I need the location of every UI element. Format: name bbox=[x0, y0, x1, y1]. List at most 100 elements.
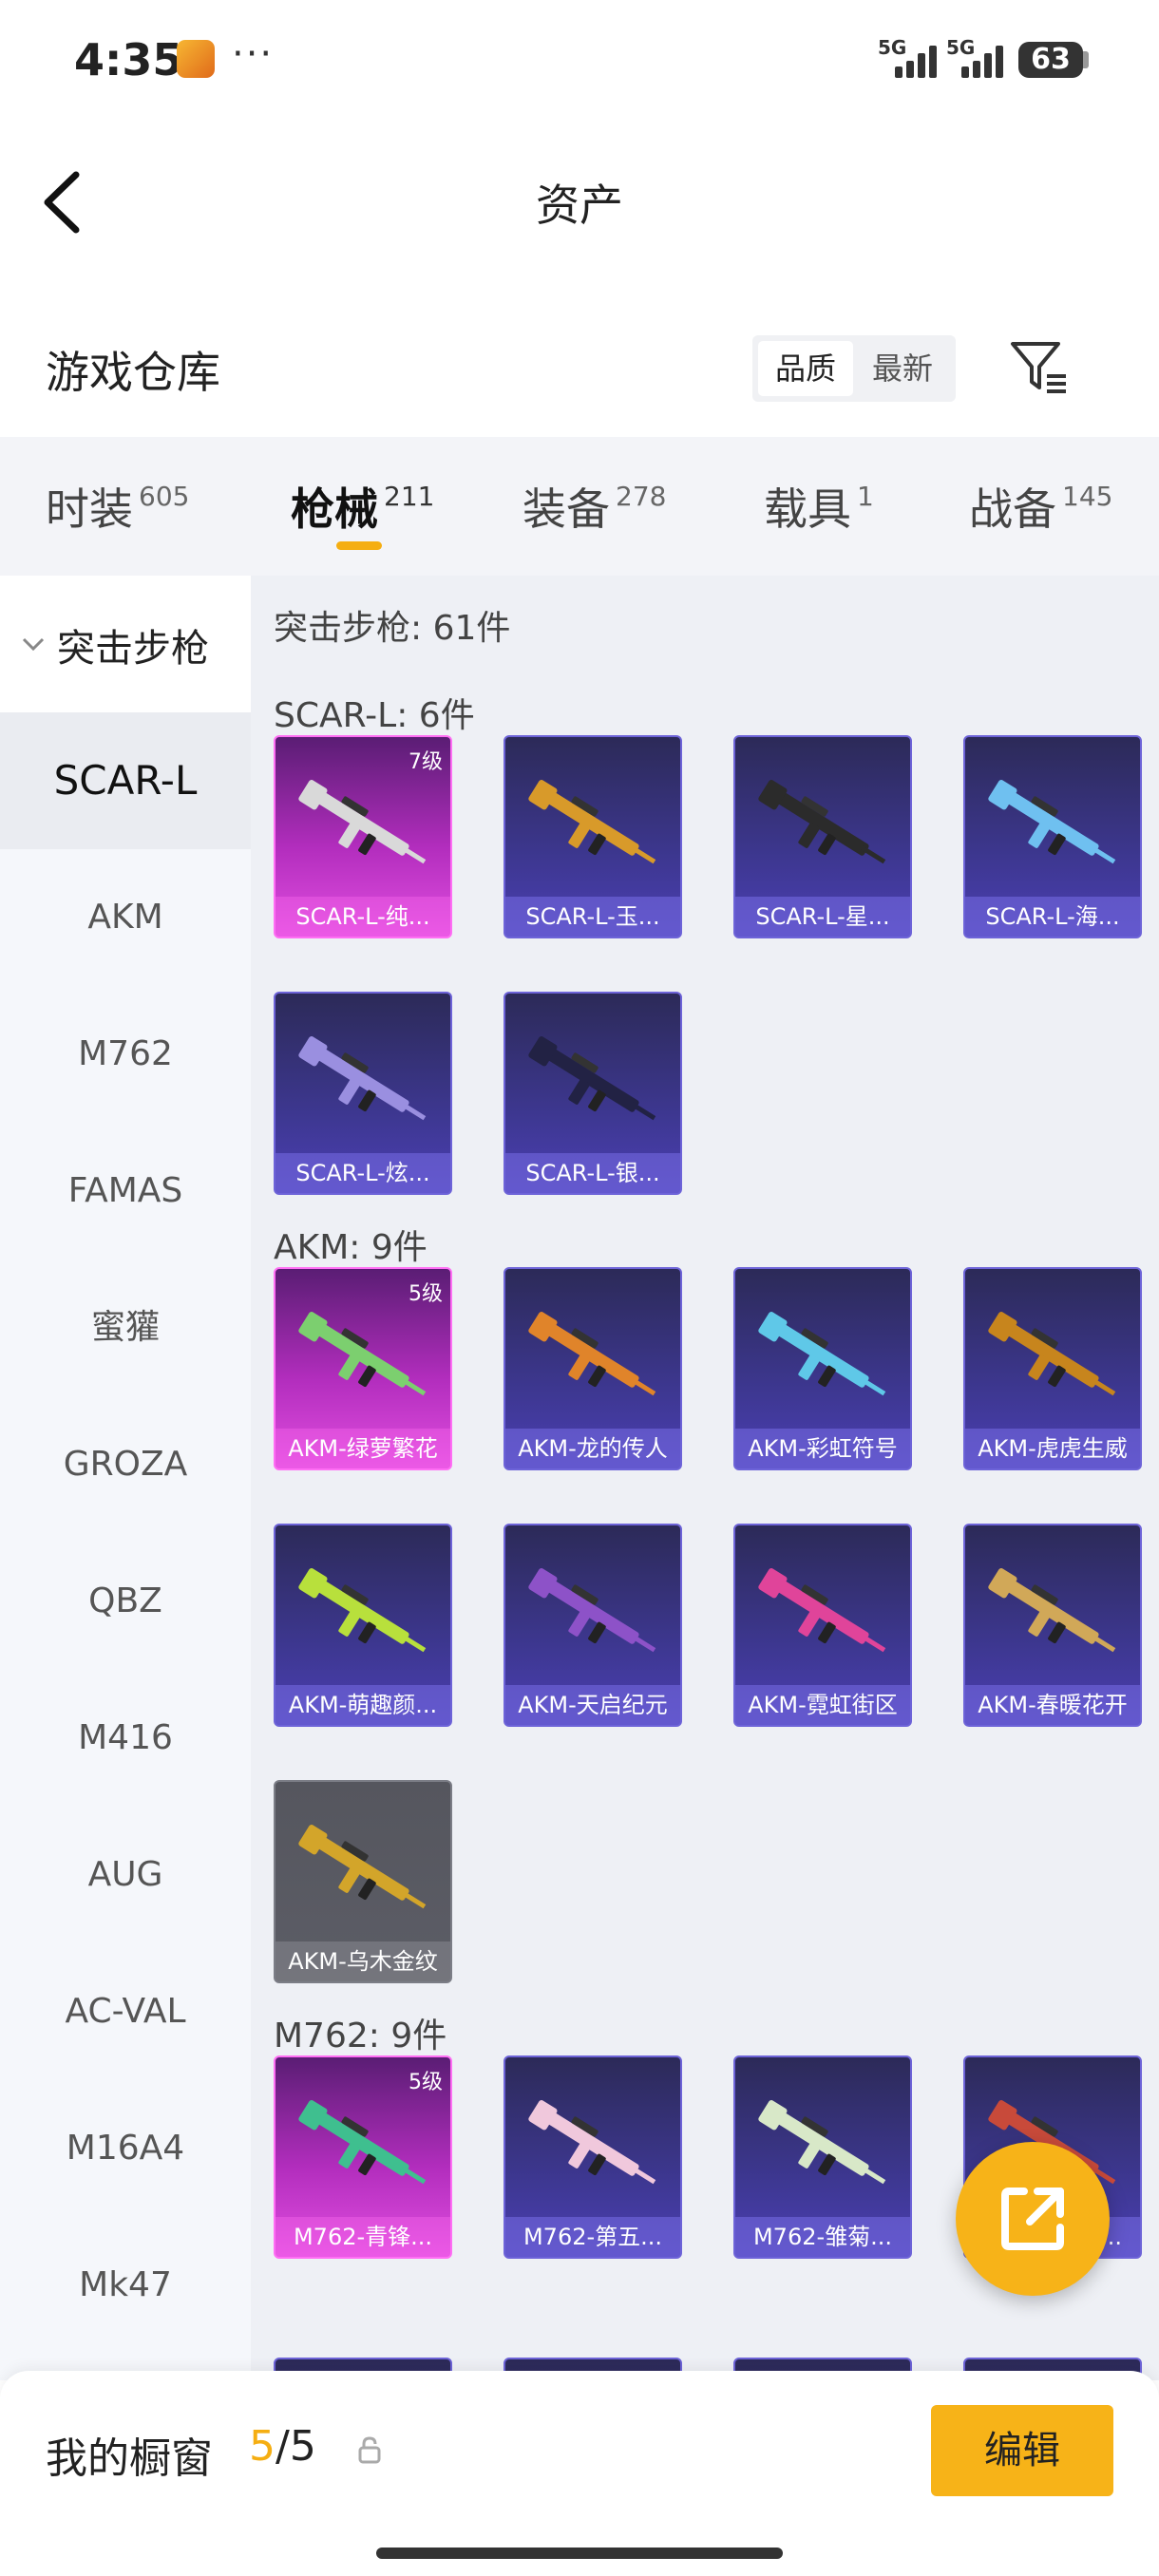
tab-label: 载具 bbox=[764, 483, 851, 535]
weapon-skin-card[interactable]: AKM-天启纪元 bbox=[504, 1524, 682, 1727]
card-name: M762-青锋... bbox=[276, 2217, 450, 2257]
home-indicator bbox=[376, 2548, 783, 2559]
rifle-icon bbox=[528, 1035, 656, 1121]
tab-supplies[interactable]: 战备 145 bbox=[969, 475, 1112, 538]
card-name: AKM-春暖花开 bbox=[965, 1685, 1140, 1725]
weapon-skin-card[interactable]: 7级 SCAR-L-纯... bbox=[274, 735, 452, 938]
rifle-icon bbox=[758, 1567, 886, 1653]
tab-count: 605 bbox=[139, 481, 190, 512]
rifle-icon bbox=[988, 779, 1116, 864]
card-name: AKM-萌趣颜... bbox=[276, 1685, 450, 1725]
weapon-sidebar: 突击步枪 SCAR-L AKM M762 FAMAS 蜜獾 GROZA QBZ M416 AUG… bbox=[0, 576, 251, 2380]
tab-count: 1 bbox=[857, 481, 874, 512]
sort-toggle: 品质 最新 bbox=[752, 335, 956, 402]
category-header[interactable]: 突击步枪 bbox=[0, 576, 251, 712]
weapon-skin-card[interactable]: M762-雏菊... bbox=[733, 2055, 912, 2259]
card-name: AKM-龙的传人 bbox=[505, 1429, 680, 1468]
showcase-count: 5/5 bbox=[249, 2422, 316, 2471]
filter-button[interactable] bbox=[1009, 338, 1070, 395]
battery-level: 63 bbox=[1018, 42, 1083, 78]
rifle-icon bbox=[528, 2099, 656, 2185]
tab-count: 278 bbox=[616, 481, 667, 512]
sidebar-item-m762[interactable]: M762 bbox=[0, 986, 251, 1123]
battery-icon bbox=[1083, 51, 1089, 68]
sidebar-item-ac-val[interactable]: AC-VAL bbox=[0, 1943, 251, 2080]
showcase-bar: 我的橱窗 5/5 编辑 bbox=[0, 2371, 1159, 2576]
weapon-skin-card[interactable]: AKM-霓虹街区 bbox=[733, 1524, 912, 1727]
tab-label: 时装 bbox=[46, 483, 133, 535]
weapon-skin-card[interactable]: 5级 AKM-绿萝繁花 bbox=[274, 1267, 452, 1470]
card-name: M762-第五... bbox=[505, 2217, 680, 2257]
signal-bars-icon-2 bbox=[961, 46, 1013, 78]
warehouse-title: 游戏仓库 bbox=[46, 347, 220, 398]
weapon-skin-card[interactable]: SCAR-L-炫... bbox=[274, 992, 452, 1195]
sidebar-item-famas[interactable]: FAMAS bbox=[0, 1123, 251, 1260]
rifle-icon bbox=[298, 779, 427, 864]
rifle-icon bbox=[528, 779, 656, 864]
edit-button[interactable]: 编辑 bbox=[931, 2405, 1113, 2496]
status-time: 4:35 bbox=[74, 34, 183, 85]
weapon-skin-card[interactable]: AKM-龙的传人 bbox=[504, 1267, 682, 1470]
tab-count: 145 bbox=[1062, 481, 1113, 512]
weapon-skin-card[interactable]: SCAR-L-玉... bbox=[504, 735, 682, 938]
rifle-icon bbox=[298, 1311, 427, 1396]
rifle-icon bbox=[758, 779, 886, 864]
sidebar-item-m16a4[interactable]: M16A4 bbox=[0, 2080, 251, 2217]
weapon-skin-card[interactable]: AKM-萌趣颜... bbox=[274, 1524, 452, 1727]
card-name: SCAR-L-纯... bbox=[276, 897, 450, 937]
active-tab-indicator bbox=[336, 541, 382, 550]
weapon-skin-card[interactable]: SCAR-L-海... bbox=[963, 735, 1142, 938]
sidebar-item-qbz[interactable]: QBZ bbox=[0, 1533, 251, 1670]
tab-guns[interactable]: 枪械 211 bbox=[291, 475, 434, 538]
signal-bars-icon-1 bbox=[895, 46, 946, 78]
card-name: SCAR-L-海... bbox=[965, 897, 1140, 937]
weapon-skin-card[interactable]: M762-第五... bbox=[504, 2055, 682, 2259]
weapon-skin-card[interactable]: AKM-乌木金纹 bbox=[274, 1780, 452, 1983]
rifle-icon bbox=[298, 1824, 427, 1909]
weapon-skin-card[interactable]: AKM-春暖花开 bbox=[963, 1524, 1142, 1727]
rifle-icon bbox=[758, 1311, 886, 1396]
weapon-skin-card[interactable]: AKM-虎虎生威 bbox=[963, 1267, 1142, 1470]
tab-label: 战备 bbox=[969, 483, 1056, 535]
sidebar-item-groza[interactable]: GROZA bbox=[0, 1396, 251, 1533]
card-name: AKM-天启纪元 bbox=[505, 1685, 680, 1725]
sidebar-item-aug[interactable]: AUG bbox=[0, 1807, 251, 1943]
sidebar-item--[interactable]: 蜜獾 bbox=[0, 1260, 251, 1396]
sidebar-item-scar-l[interactable]: SCAR-L bbox=[0, 712, 251, 849]
sidebar-item-akm[interactable]: AKM bbox=[0, 849, 251, 986]
card-level-badge: 7级 bbox=[408, 750, 443, 774]
tab-vehicles[interactable]: 载具 1 bbox=[764, 475, 874, 538]
weapon-grid: 突击步枪: 61件 SCAR-L: 6件 7级 SCAR-L-纯... SCAR-L-… bbox=[251, 576, 1159, 2380]
section-label: M762: 9件 bbox=[274, 2017, 447, 2055]
category-label: 突击步枪 bbox=[57, 627, 209, 671]
tab-fashion[interactable]: 时装 605 bbox=[46, 475, 189, 538]
sort-newest-button[interactable]: 最新 bbox=[855, 341, 950, 396]
share-button[interactable] bbox=[956, 2142, 1110, 2296]
weapon-skin-card[interactable]: SCAR-L-星... bbox=[733, 735, 912, 938]
weapon-skin-card[interactable]: AKM-彩虹符号 bbox=[733, 1267, 912, 1470]
card-name: AKM-乌木金纹 bbox=[276, 1941, 450, 1981]
rifle-icon bbox=[298, 2099, 427, 2185]
section-label: SCAR-L: 6件 bbox=[274, 696, 475, 735]
rifle-icon bbox=[528, 1567, 656, 1653]
weapon-skin-card[interactable]: SCAR-L-银... bbox=[504, 992, 682, 1195]
weapon-skin-card[interactable]: 5级 M762-青锋... bbox=[274, 2055, 452, 2259]
showcase-label: 我的橱窗 bbox=[46, 2434, 213, 2483]
sidebar-item-mk47[interactable]: Mk47 bbox=[0, 2217, 251, 2354]
app-notification-icon bbox=[177, 40, 215, 78]
status-more-dots: ··· bbox=[232, 32, 275, 76]
rifle-icon bbox=[758, 2099, 886, 2185]
share-icon bbox=[1001, 2188, 1064, 2250]
category-tabs: 时装 605 枪械 211 装备 278 载具 1 战备 145 bbox=[0, 437, 1159, 576]
chevron-down-icon bbox=[22, 637, 45, 652]
sort-quality-button[interactable]: 品质 bbox=[758, 341, 853, 396]
card-name: SCAR-L-银... bbox=[505, 1153, 680, 1193]
rifle-icon bbox=[298, 1035, 427, 1121]
sidebar-item-m416[interactable]: M416 bbox=[0, 1670, 251, 1807]
showcase-total: /5 bbox=[276, 2422, 316, 2471]
rifle-icon bbox=[988, 1311, 1116, 1396]
card-name: SCAR-L-炫... bbox=[276, 1153, 450, 1193]
rifle-icon bbox=[298, 1567, 427, 1653]
rifle-icon bbox=[528, 1311, 656, 1396]
tab-equipment[interactable]: 装备 278 bbox=[522, 475, 666, 538]
